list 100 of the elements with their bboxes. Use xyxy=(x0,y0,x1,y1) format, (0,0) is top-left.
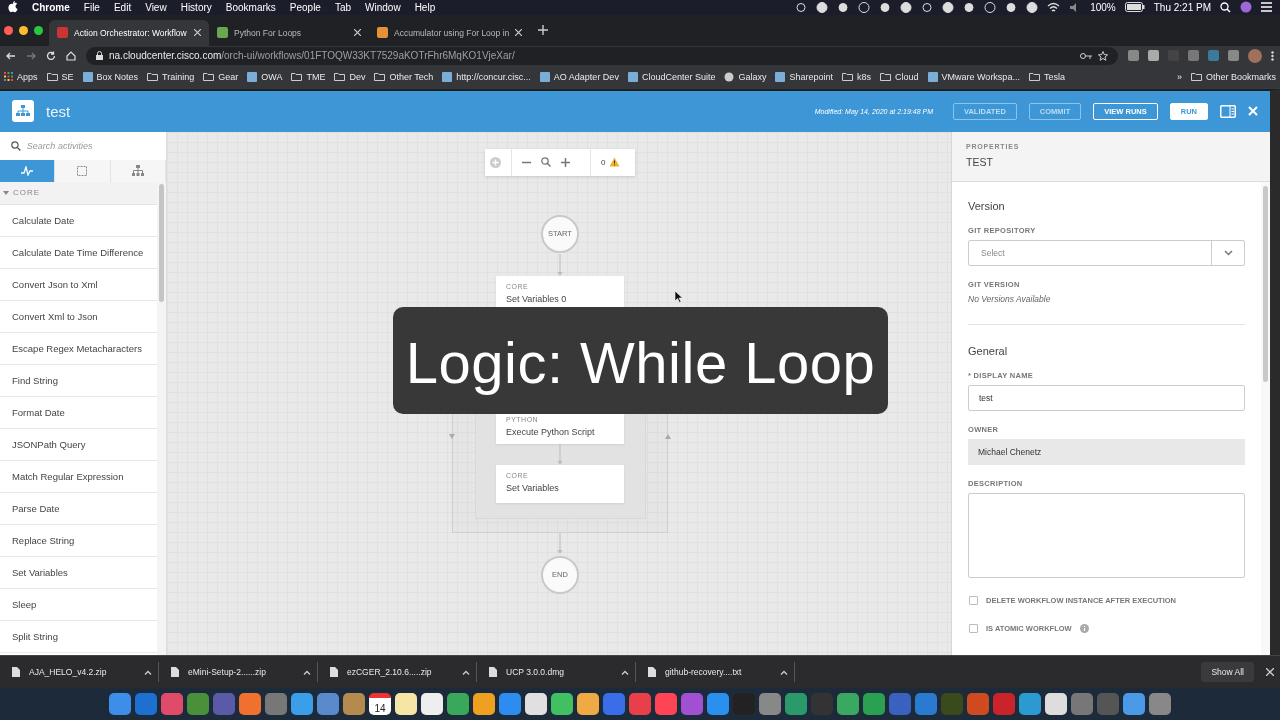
reload-icon[interactable] xyxy=(46,50,56,61)
menu-item[interactable]: History xyxy=(180,1,212,13)
menu-icon[interactable] xyxy=(1261,2,1272,13)
bookmark[interactable]: Training xyxy=(147,71,195,82)
checkbox[interactable] xyxy=(969,623,978,633)
bookmark[interactable]: Galaxy xyxy=(724,71,767,82)
bookmark[interactable]: Tesla xyxy=(1028,71,1065,82)
browser-tab[interactable]: Accumulator using For Loop in xyxy=(369,19,531,46)
bookmark[interactable]: Gear xyxy=(203,71,239,82)
menu-item[interactable]: Tab xyxy=(334,1,352,13)
bookmark[interactable]: Other Bookmarks xyxy=(1190,71,1276,82)
section-heading: Version xyxy=(968,199,1006,212)
download-item[interactable]: AJA_HELO_v4.2.zip xyxy=(6,662,159,683)
bookmark[interactable]: Apps xyxy=(4,71,38,82)
panel-toggle-icon[interactable] xyxy=(1220,104,1236,118)
extension-icon[interactable] xyxy=(1188,50,1199,62)
chevron-up-icon[interactable] xyxy=(303,669,311,675)
menu-item[interactable]: Window xyxy=(365,1,401,13)
description-field[interactable] xyxy=(968,492,1245,578)
more-bookmarks-button[interactable]: » xyxy=(1176,71,1182,82)
extension-icon[interactable] xyxy=(1128,50,1139,62)
menu-item[interactable]: Bookmarks xyxy=(225,1,276,13)
bookmark[interactable]: http://concur.cisc... xyxy=(442,71,531,82)
profile-avatar-icon[interactable] xyxy=(1248,48,1262,63)
back-icon[interactable] xyxy=(6,50,16,61)
extension-icon[interactable] xyxy=(1148,50,1159,62)
app-icon[interactable] xyxy=(551,693,573,716)
lock-icon xyxy=(96,51,103,61)
download-item[interactable]: github-recovery....txt xyxy=(642,662,795,683)
chevron-up-icon[interactable] xyxy=(621,669,629,675)
browser-tab[interactable]: Action Orchestrator: Workflow xyxy=(49,19,209,46)
chevron-up-icon[interactable] xyxy=(462,669,470,675)
more-icon[interactable] xyxy=(1271,50,1274,61)
key-icon[interactable] xyxy=(1080,51,1092,60)
bookmark[interactable]: k8s xyxy=(842,71,871,82)
scrollbar-thumb[interactable] xyxy=(159,183,164,302)
app-logo[interactable] xyxy=(12,100,34,123)
show-all-button[interactable]: Show All xyxy=(1201,662,1254,683)
bookmark[interactable]: CloudCenter Suite xyxy=(627,71,716,82)
menu-item[interactable]: People xyxy=(289,1,321,13)
bookmark[interactable]: OWA xyxy=(247,71,283,82)
bookmark[interactable]: Other Tech xyxy=(374,71,434,82)
close-icon[interactable] xyxy=(1266,668,1274,677)
extension-icon[interactable] xyxy=(1228,50,1239,62)
sidebar-tab[interactable] xyxy=(0,159,56,182)
apple-icon[interactable] xyxy=(8,1,18,14)
browser-tab[interactable]: Python For Loops xyxy=(209,19,369,46)
app-icon[interactable] xyxy=(525,693,547,716)
wifi-icon[interactable] xyxy=(1047,1,1061,13)
bookmark[interactable]: Box Notes xyxy=(82,71,139,82)
menu-item[interactable]: File xyxy=(83,1,100,13)
sidebar-tab[interactable] xyxy=(110,159,166,182)
folder-icon xyxy=(842,72,853,82)
download-item[interactable]: eMini-Setup-2......zip xyxy=(165,662,318,683)
bookmark[interactable]: Sharepoint xyxy=(775,71,833,82)
clock: Thu 2:21 PM xyxy=(1153,1,1211,13)
forward-icon[interactable] xyxy=(26,50,36,61)
scrollbar-thumb[interactable] xyxy=(1263,185,1268,382)
menu-item[interactable]: Help xyxy=(414,1,436,13)
battery-percent: 100% xyxy=(1090,1,1116,13)
new-tab-icon[interactable] xyxy=(538,25,549,36)
site-favicon-icon xyxy=(247,71,258,82)
menu-item[interactable]: View xyxy=(145,1,167,13)
close-icon[interactable] xyxy=(194,29,201,37)
close-icon[interactable] xyxy=(354,29,361,37)
star-icon[interactable] xyxy=(1098,50,1108,61)
site-favicon-icon xyxy=(775,71,786,82)
bookmark[interactable]: SE xyxy=(46,71,74,82)
calendar-app-icon[interactable]: 14 xyxy=(369,693,391,716)
zoom-in-icon[interactable] xyxy=(561,157,570,167)
file-icon xyxy=(171,667,179,678)
chevron-up-icon[interactable] xyxy=(144,669,152,675)
display-name-field[interactable]: test xyxy=(968,384,1245,411)
bookmark[interactable]: Cloud xyxy=(880,71,919,82)
app-icon[interactable] xyxy=(473,693,495,716)
bookmark[interactable]: Dev xyxy=(334,71,366,82)
chevron-up-icon[interactable] xyxy=(780,669,788,675)
app-icon[interactable] xyxy=(1045,693,1067,716)
bookmark[interactable]: AO Adapter Dev xyxy=(539,71,619,82)
checkbox[interactable] xyxy=(969,595,978,605)
apps-grid-icon xyxy=(4,72,13,82)
siri-icon[interactable] xyxy=(1240,1,1252,14)
app-icon[interactable] xyxy=(395,693,417,716)
app-icon[interactable] xyxy=(577,693,599,716)
pulse-icon xyxy=(21,165,34,176)
app-icon[interactable] xyxy=(291,693,313,716)
repository-select[interactable]: Select xyxy=(968,239,1245,266)
extension-icon[interactable] xyxy=(1208,50,1219,62)
bookmark[interactable]: TME xyxy=(291,71,326,82)
app-menu[interactable]: Chrome xyxy=(32,1,70,13)
close-icon[interactable] xyxy=(515,29,523,37)
download-item[interactable]: ezCGER_2.10.6.....zip xyxy=(324,662,477,683)
download-item[interactable]: UCP 3.0.0.dmg xyxy=(483,662,636,683)
app-icon[interactable] xyxy=(421,693,443,716)
menu-item[interactable]: Edit xyxy=(113,1,132,13)
home-icon[interactable] xyxy=(66,50,76,61)
folder-icon xyxy=(1028,72,1040,82)
tab-favicon-icon xyxy=(377,27,388,39)
address-bar[interactable]: na.cloudcenter.cisco.com/orch-ui/workflows/01FTOQW33KT7529aKOTrFhr6MqKO1VjeXar/ xyxy=(86,46,1118,65)
bookmark[interactable]: VMware Workspa... xyxy=(927,71,1020,82)
